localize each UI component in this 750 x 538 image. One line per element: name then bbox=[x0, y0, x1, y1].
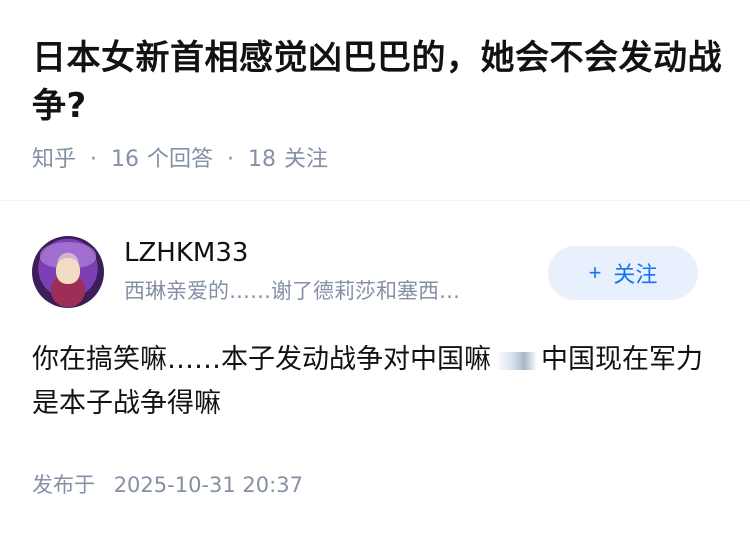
meta-separator: · bbox=[90, 147, 98, 172]
answer-count-label[interactable]: 个回答 bbox=[147, 146, 213, 174]
author-bio: 西琳亲爱的……谢了德莉莎和塞西… bbox=[124, 279, 460, 303]
answer-text: 你在搞笑嘛……本子发动战争对中国嘛 bbox=[32, 344, 491, 375]
avatar-face bbox=[56, 258, 80, 284]
follower-count-label[interactable]: 关注 bbox=[284, 146, 328, 174]
answer-timestamp: 发布于 2025-10-31 20:37 bbox=[32, 470, 303, 500]
time-value: 2025-10-31 20:37 bbox=[113, 473, 303, 497]
question-title[interactable]: 日本女新首相感觉凶巴巴的，她会不会发动战争? bbox=[32, 34, 722, 130]
avatar[interactable] bbox=[32, 236, 104, 308]
follow-button-label: 关注 bbox=[613, 262, 658, 287]
meta-separator: · bbox=[227, 147, 235, 172]
plus-icon: + bbox=[588, 260, 602, 285]
answer-content: 你在搞笑嘛……本子发动战争对中国嘛 中国现在军力是本子战争得嘛 bbox=[32, 338, 712, 426]
source-label[interactable]: 知乎 bbox=[32, 146, 76, 174]
follow-button[interactable]: + 关注 bbox=[548, 246, 698, 300]
question-meta: 知乎 · 16 个回答 · 18 关注 bbox=[32, 146, 722, 174]
author-name[interactable]: LZHKM33 bbox=[124, 236, 248, 270]
time-label: 发布于 bbox=[32, 473, 95, 497]
follower-count[interactable]: 18 bbox=[248, 146, 276, 174]
answer-count[interactable]: 16 bbox=[111, 146, 139, 174]
question-header: 日本女新首相感觉凶巴巴的，她会不会发动战争? 知乎 · 16 个回答 · 18 … bbox=[32, 34, 722, 174]
section-divider bbox=[0, 200, 750, 201]
sticker-emoji-icon bbox=[495, 351, 537, 370]
